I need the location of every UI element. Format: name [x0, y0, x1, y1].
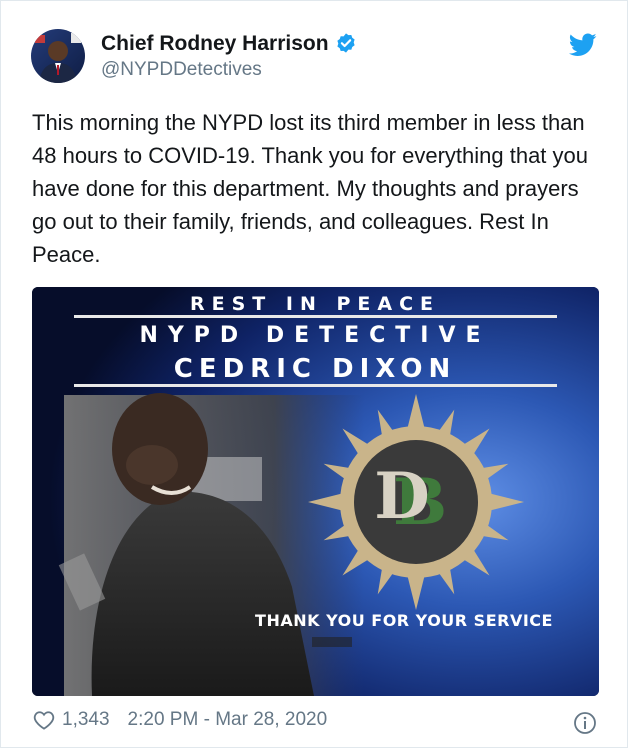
media-footer-thank-you: THANK YOU FOR YOUR SERVICE	[255, 611, 553, 630]
heart-icon[interactable]	[33, 710, 55, 730]
author-names: Chief Rodney Harrison @NYPDDetectives	[101, 31, 357, 82]
info-icon[interactable]	[573, 711, 597, 735]
tweet-timestamp[interactable]: 2:20 PM - Mar 28, 2020	[128, 709, 328, 731]
banner-rule-top	[74, 315, 557, 318]
tweet-footer: 1,343 2:20 PM - Mar 28, 2020	[33, 709, 327, 731]
name-row: Chief Rodney Harrison	[101, 31, 357, 56]
verified-badge-icon	[335, 32, 357, 54]
media-line-nypd-detective: NYPD DETECTIVE	[139, 323, 490, 348]
media-line-rest-in-peace: REST IN PEACE	[190, 293, 440, 315]
svg-text:D: D	[374, 459, 430, 534]
author-handle[interactable]: @NYPDDetectives	[101, 59, 357, 82]
tweet-media-image[interactable]: REST IN PEACE NYPD DETECTIVE CEDRIC DIXO…	[32, 287, 599, 696]
tweet-card: Chief Rodney Harrison @NYPDDetectives Th…	[0, 0, 628, 748]
avatar[interactable]	[31, 29, 85, 83]
media-line-name: CEDRIC DIXON	[174, 354, 457, 384]
author-display-name[interactable]: Chief Rodney Harrison	[101, 31, 329, 56]
like-count[interactable]: 1,343	[62, 709, 110, 731]
tweet-text: This morning the NYPD lost its third mem…	[32, 110, 589, 267]
twitter-bird-icon[interactable]	[568, 33, 597, 57]
tweet-header: Chief Rodney Harrison @NYPDDetectives	[31, 29, 357, 83]
detective-photo	[58, 393, 364, 696]
banner-rule-bottom	[74, 384, 557, 387]
